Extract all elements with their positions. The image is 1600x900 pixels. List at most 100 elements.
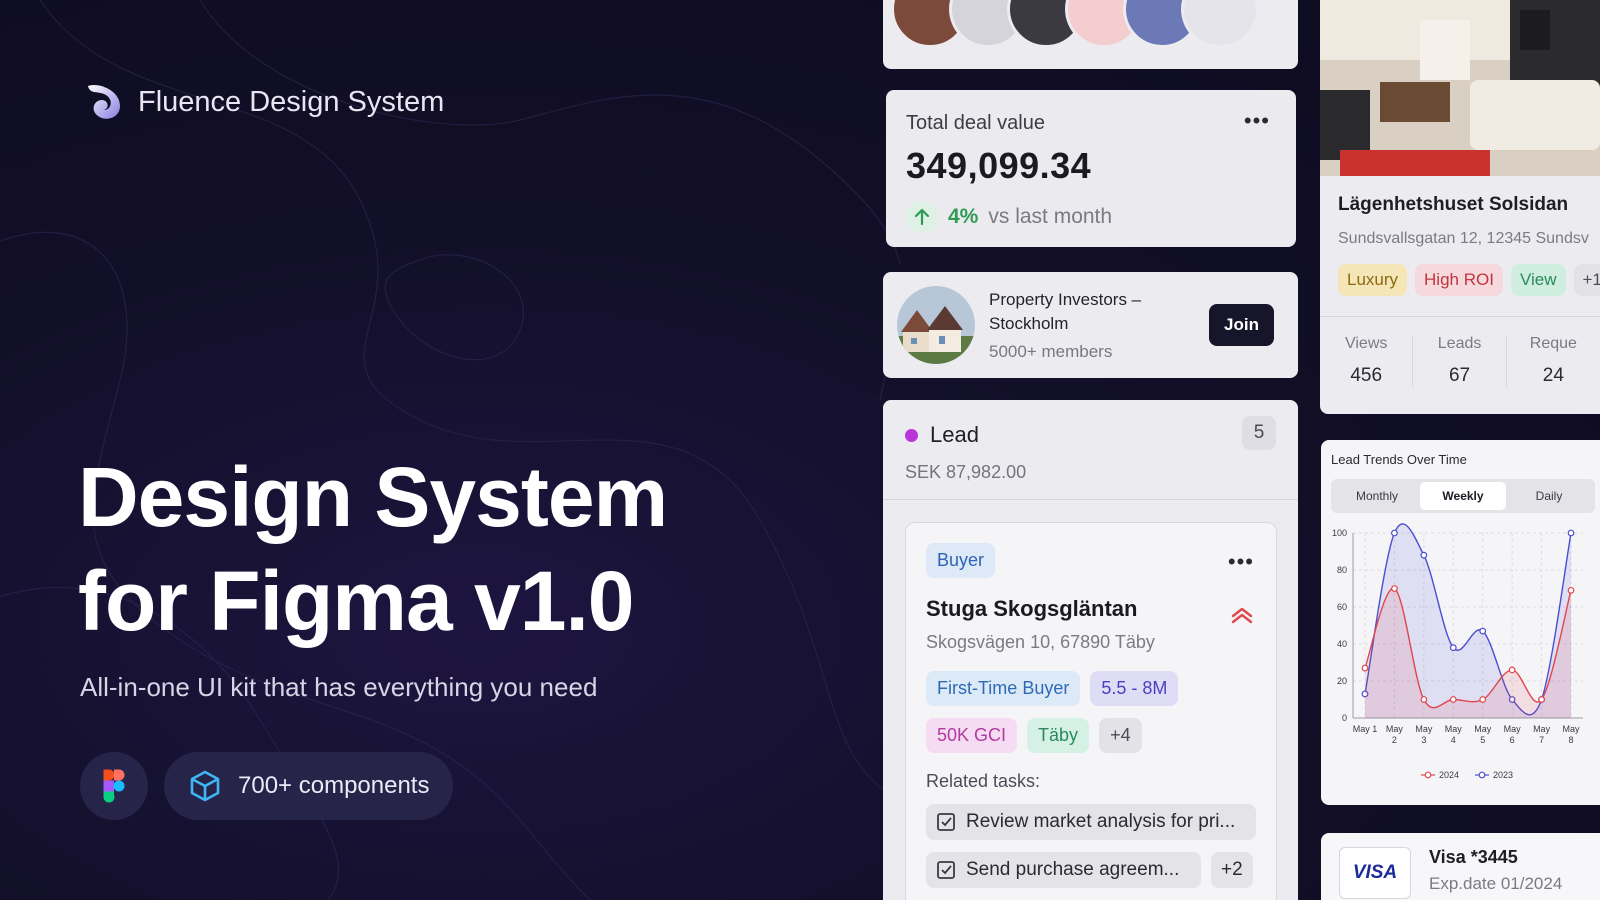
stat-views: Views 456 [1320, 335, 1414, 387]
stat-value: 67 [1448, 365, 1471, 386]
data-point-2023 [1449, 644, 1457, 652]
more-tags[interactable]: +4 [1099, 718, 1142, 753]
tab-daily[interactable]: Daily [1506, 482, 1592, 510]
x-tick-label: May 5 [1474, 724, 1492, 745]
lead-trends-card: Lead Trends Over Time Monthly Weekly Dai… [1321, 440, 1600, 805]
tag[interactable]: Luxury [1338, 264, 1408, 296]
tag[interactable]: Täby [1027, 718, 1090, 753]
listing-stats: Views 456 Leads 67 Reque 24 [1320, 316, 1600, 387]
data-point-2024 [1567, 586, 1575, 594]
stat-label: Reque [1529, 335, 1577, 352]
avatar-overflow[interactable] [1181, 0, 1259, 48]
total-deal-card: Total deal value 349,099.34 4% vs last m… [886, 90, 1296, 247]
lead-column: Lead SEK 87,982.00 5 Buyer ••• Stuga Sko… [883, 400, 1298, 900]
group-image [897, 286, 975, 364]
period-segmented-control: Monthly Weekly Daily [1331, 479, 1595, 513]
data-point-2024 [1508, 666, 1516, 674]
legend-marker-2024 [1424, 771, 1432, 779]
deal-value: 349,099.34 [906, 145, 1092, 186]
x-tick-label: May 8 [1562, 724, 1580, 745]
data-point-2023 [1420, 551, 1428, 559]
y-tick-label: 80 [1337, 565, 1347, 575]
stat-requests: Reque 24 [1507, 335, 1600, 387]
task-label: Review market analysis for pri... [966, 811, 1236, 832]
buyer-tag: Buyer [926, 543, 996, 578]
stat-label: Views [1344, 335, 1388, 352]
group-name: Property Investors – Stockholm [989, 290, 1142, 333]
tag[interactable]: High ROI [1415, 264, 1503, 296]
related-tasks-label: Related tasks: [926, 771, 1041, 791]
data-point-2024 [1361, 664, 1369, 672]
checkbox-icon [937, 861, 955, 879]
join-button[interactable]: Join [1209, 304, 1274, 346]
tab-monthly[interactable]: Monthly [1334, 482, 1420, 510]
arrow-up-icon [906, 201, 938, 233]
listing-tags: Luxury High ROI View +1 [1338, 264, 1600, 296]
status-dot [905, 428, 918, 442]
data-point-2023 [1391, 529, 1398, 537]
lead-title: Lead [905, 422, 1276, 448]
y-tick-label: 20 [1337, 676, 1347, 686]
more-tasks-button[interactable]: +2 [1211, 852, 1253, 888]
lead-card[interactable]: Buyer ••• Stuga Skogsgläntan Skogsvägen … [905, 522, 1277, 900]
cube-icon [190, 770, 220, 802]
more-tags[interactable]: +1 [1573, 264, 1600, 296]
task-label: Send purchase agreem... [966, 859, 1180, 880]
stat-label: Leads [1437, 335, 1482, 352]
listing-body: Lägenhetshuset Solsidan Sundsvallsgatan … [1320, 176, 1600, 296]
lead-amount: SEK 87,982.00 [905, 462, 1027, 482]
lead-count-badge: 5 [1242, 416, 1276, 450]
stat-leads: Leads 67 [1413, 335, 1507, 387]
x-tick-label: May 6 [1504, 724, 1522, 745]
visa-logo: VISA [1339, 847, 1411, 899]
stat-value: 24 [1542, 365, 1564, 386]
tag[interactable]: View [1510, 264, 1566, 296]
brand-header: Fluence Design System [80, 80, 444, 124]
tag[interactable]: 50K GCI [926, 718, 1018, 753]
data-point-2024 [1479, 696, 1487, 703]
hero-title-line2: for Figma v1.0 [78, 554, 635, 648]
data-point-2023 [1567, 529, 1575, 537]
group-members: 5000+ members [989, 342, 1113, 361]
tag[interactable]: First-Time Buyer [926, 671, 1081, 706]
y-tick-label: 60 [1337, 602, 1347, 612]
priority-high-icon [1230, 605, 1254, 630]
visa-info: Visa *3445 Exp.date 01/2024 [1429, 847, 1562, 899]
deal-label: Total deal value [906, 112, 1045, 134]
chart-title: Lead Trends Over Time [1331, 452, 1467, 467]
x-tick-label: May 4 [1445, 724, 1463, 745]
legend-label-2023: 2023 [1493, 770, 1513, 780]
data-point-2024 [1449, 696, 1457, 703]
listing-card[interactable]: Lägenhetshuset Solsidan Sundsvallsgatan … [1320, 0, 1600, 414]
lead-tags: First-Time Buyer 5.5 - 8M 50K GCI Täby +… [926, 671, 1256, 753]
hero-title-line1: Design System [78, 450, 668, 544]
lead-header: Lead SEK 87,982.00 5 [883, 400, 1298, 500]
deal-change-suffix: vs last month [988, 205, 1113, 228]
brand-name: Fluence Design System [138, 85, 445, 118]
task-item[interactable]: Send purchase agreem... [926, 852, 1201, 888]
data-point-2023 [1479, 627, 1487, 635]
card-expiry: Exp.date 01/2024 [1429, 874, 1563, 893]
listing-address: Sundsvallsgatan 12, 12345 Sundsv [1338, 230, 1589, 247]
components-label: 700+ components [238, 772, 430, 799]
more-options-icon[interactable]: ••• [1244, 110, 1270, 132]
y-tick-label: 40 [1337, 639, 1347, 649]
more-options-icon[interactable]: ••• [1228, 551, 1254, 573]
property-title: Stuga Skogsgläntan [926, 596, 1138, 621]
figma-badge[interactable] [80, 752, 148, 820]
components-badge[interactable]: 700+ components [164, 752, 454, 820]
card-name: Visa *3445 [1429, 847, 1518, 867]
deal-change: 4% vs last month [906, 201, 1276, 233]
payment-card[interactable]: VISA Visa *3445 Exp.date 01/2024 [1321, 833, 1600, 900]
task-item[interactable]: Review market analysis for pri... [926, 804, 1256, 840]
hero-subtitle: All-in-one UI kit that has everything yo… [80, 672, 598, 702]
tag[interactable]: 5.5 - 8M [1090, 671, 1179, 706]
y-tick-label: 100 [1332, 528, 1347, 538]
data-point-2024 [1538, 696, 1545, 703]
task-row: Send purchase agreem... +2 [926, 840, 1256, 888]
hero-badges: 700+ components [80, 752, 454, 820]
fluence-swirl-icon [88, 84, 120, 119]
tab-weekly[interactable]: Weekly [1420, 482, 1506, 510]
hero-title: Design System for Figma v1.0 [78, 445, 668, 653]
legend-label-2024: 2024 [1439, 770, 1459, 780]
